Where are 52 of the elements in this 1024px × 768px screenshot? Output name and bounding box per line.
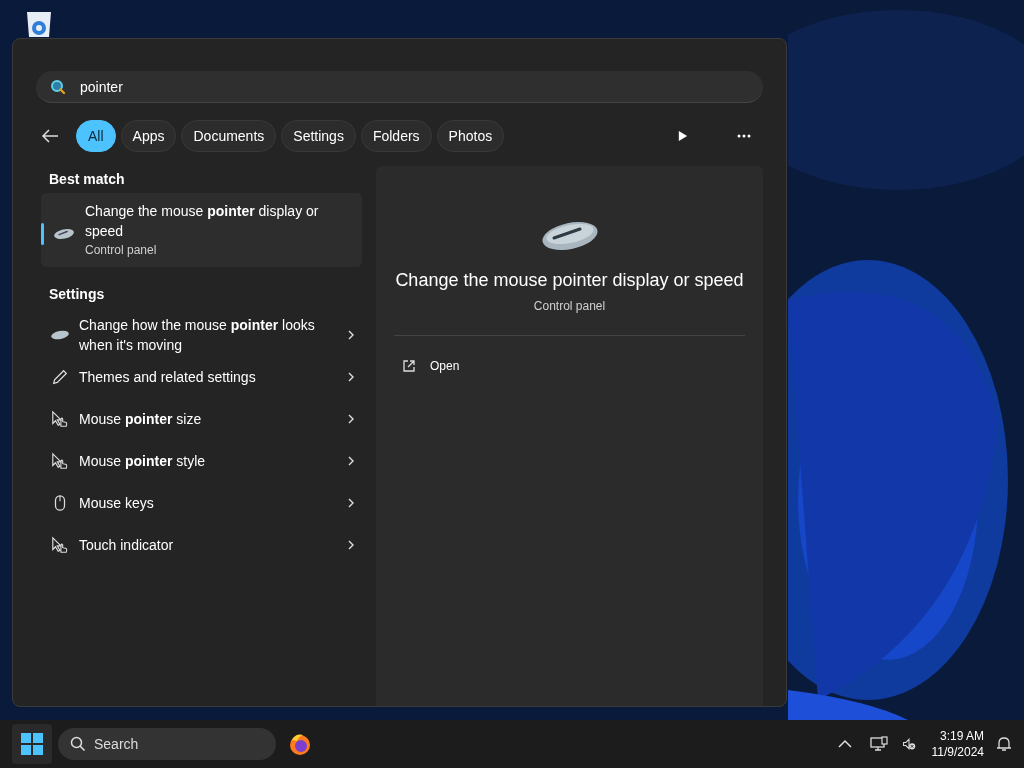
filter-tab[interactable]: Folders (360, 120, 432, 152)
result-title: Change how the mouse pointer looks when it's moving (79, 316, 316, 355)
cursor-icon (50, 452, 70, 470)
chevron-right-icon (348, 330, 354, 340)
section-heading: Best match (48, 170, 126, 189)
settings-result-item[interactable]: Touch indicator (41, 524, 366, 566)
chevron-right-icon (348, 372, 354, 382)
section-heading: Settings (48, 285, 106, 304)
chevron-right-icon (348, 414, 354, 424)
speaker-muted-icon[interactable] (901, 737, 916, 751)
filter-tab[interactable]: All (76, 120, 116, 152)
settings-result-item[interactable]: Change how the mouse pointer looks when it's moving (41, 314, 366, 356)
taskbar-search-box[interactable]: Search (58, 728, 276, 760)
clock-date: 11/9/2024 (931, 744, 984, 760)
preview-subtitle: Control panel (533, 299, 606, 313)
result-title: Themes and related settings (79, 368, 257, 387)
preview-title: Change the mouse pointer display or speed (395, 270, 744, 291)
settings-result-item[interactable]: Mouse pointer size (41, 398, 366, 440)
filter-tab[interactable]: Settings (281, 120, 356, 152)
settings-result-item[interactable]: Mouse keys (41, 482, 366, 524)
search-icon (50, 79, 66, 95)
browser-icon[interactable] (288, 732, 312, 756)
filter-tab[interactable]: Apps (120, 120, 177, 152)
clock-time: 3:19 AM (939, 728, 984, 744)
chevron-right-icon (348, 456, 354, 466)
back-arrow-icon[interactable] (41, 128, 59, 144)
search-field[interactable]: pointer (36, 71, 763, 103)
monitor-icon[interactable] (869, 736, 888, 752)
open-external-icon (402, 359, 416, 373)
result-subtitle: Control panel (85, 243, 158, 257)
mouse-icon (53, 227, 75, 241)
result-title: Touch indicator (79, 536, 175, 555)
cursor-icon (50, 536, 70, 554)
chevron-right-icon (348, 540, 354, 550)
settings-result-item[interactable]: Mouse pointer style (41, 440, 366, 482)
cursor-icon (50, 410, 70, 428)
filter-tab[interactable]: Photos (436, 120, 505, 152)
best-match-item[interactable]: Change the mouse pointer display or speed Control panel (41, 193, 362, 267)
open-action[interactable]: Open (394, 355, 468, 377)
play-icon[interactable] (678, 130, 688, 142)
brush-icon (50, 368, 70, 386)
bell-icon[interactable] (996, 736, 1012, 752)
more-icon[interactable] (737, 134, 751, 138)
result-title: Mouse pointer size (79, 410, 203, 429)
result-title: Mouse pointer style (79, 452, 207, 471)
result-title: Change the mouse pointer display or speed (85, 202, 320, 241)
settings-result-item[interactable]: Themes and related settings (41, 356, 366, 398)
chevron-right-icon (348, 498, 354, 508)
start-icon[interactable] (20, 732, 44, 756)
result-title: Mouse keys (79, 494, 155, 513)
search-icon (70, 736, 86, 752)
filter-tab[interactable]: Documents (181, 120, 277, 152)
